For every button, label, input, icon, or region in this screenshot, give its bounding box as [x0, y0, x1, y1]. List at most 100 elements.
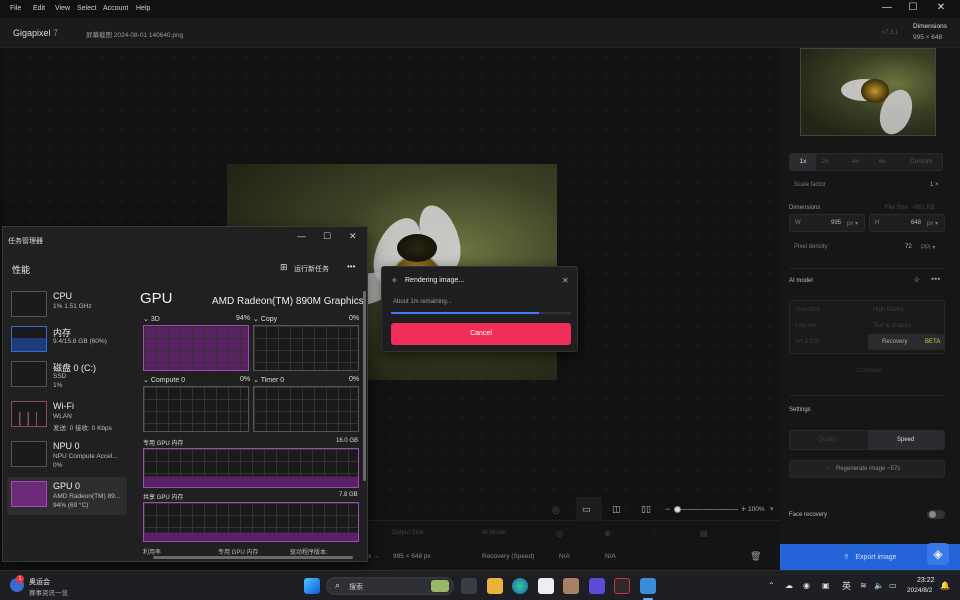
news-title[interactable]: 奥运会 [29, 577, 50, 587]
more-icon[interactable]: ••• [931, 274, 940, 284]
news-subtitle[interactable]: 赛事资讯一览 [29, 587, 68, 597]
thumbnail-image[interactable] [800, 48, 936, 136]
menu-account[interactable]: Account [103, 5, 128, 12]
clock-time[interactable]: 23:22 [917, 577, 935, 584]
menu-bar: File Edit View Select Account Help — ☐ ✕ [0, 0, 960, 18]
scale-1x-button[interactable]: 1x [790, 154, 816, 170]
zoom-dropdown-icon[interactable]: ▾ [770, 505, 774, 513]
file-explorer-icon[interactable] [487, 578, 503, 594]
quality-option[interactable]: Quality [818, 437, 837, 443]
perf-item-gpu[interactable]: GPU 0 AMD Radeon(TM) 89... 94% (69 °C) [7, 477, 127, 515]
sparkle-icon[interactable]: ✧ [913, 275, 921, 286]
cancel-button[interactable]: Cancel [391, 323, 571, 345]
trash-icon[interactable]: 🗑 [750, 551, 761, 562]
maximize-icon[interactable]: ☐ [906, 2, 920, 13]
face-recovery-toggle[interactable] [927, 510, 945, 519]
taskmgr-scrollbar[interactable] [363, 291, 366, 481]
tray-chevron-icon[interactable]: ⌃ [768, 581, 775, 590]
run-task-icon[interactable]: ⊞ [280, 262, 288, 273]
clock-date[interactable]: 2024/8/2 [907, 587, 932, 594]
minimize-icon[interactable]: — [880, 2, 894, 13]
tray-steam-icon[interactable]: ◉ [803, 581, 810, 590]
engine-copy-pct: 0% [349, 315, 360, 322]
perf-item-wifi[interactable]: Wi-Fi WLAN 发送: 0 接收: 0 Kbps [7, 397, 127, 432]
ai-model-value: Recovery (Speed) [482, 553, 535, 560]
zoom-in-icon[interactable]: + [741, 504, 746, 514]
close-icon[interactable]: ✕ [934, 2, 948, 13]
zoom-slider[interactable] [676, 509, 738, 510]
perf-item-npu[interactable]: NPU 0 NPU Compute Accel... 0% [7, 437, 127, 471]
taskmgr-more-icon[interactable]: ••• [347, 262, 355, 271]
perf-item-disk[interactable]: 磁盘 0 (C:) SSD 1% [7, 357, 127, 391]
battery-icon[interactable]: ▭ [889, 581, 897, 590]
app-red-icon[interactable] [614, 578, 630, 594]
menu-select[interactable]: Select [77, 5, 96, 12]
file-size-label: File Size: ~991 KB [885, 205, 935, 211]
menu-help[interactable]: Help [136, 5, 150, 12]
scale-factor-value[interactable]: 1 × [930, 182, 939, 188]
menu-edit[interactable]: Edit [33, 5, 45, 12]
zoom-value[interactable]: 100% [748, 506, 765, 513]
model-art-cg[interactable]: Art & CG [795, 339, 819, 345]
npu-sub1: NPU Compute Accel... [53, 453, 118, 460]
taskmgr-title: 任务管理器 [8, 238, 43, 245]
wifi-sub1: WLAN [53, 413, 72, 420]
engine-3d-pct: 94% [236, 315, 251, 322]
view-split-icon[interactable]: ◫ [612, 504, 621, 515]
scale-6x-button[interactable]: 6x [879, 158, 886, 165]
perf-item-cpu[interactable]: CPU 1% 1.51 GHz [7, 287, 127, 321]
view-full-icon: ▭ [582, 504, 591, 514]
view-single-icon[interactable]: ◎ [552, 505, 560, 516]
height-value[interactable]: 648 [911, 220, 921, 226]
engine-timer-pct: 0% [349, 376, 360, 383]
engine-compute-label: ⌄ Compute 0 [143, 377, 186, 384]
app-badge-icon[interactable]: ◈ [927, 543, 949, 565]
notification-bell-icon[interactable]: 🔔 [940, 581, 950, 590]
edge-icon[interactable] [512, 578, 528, 594]
model-text-shapes[interactable]: Text & shapes [873, 323, 911, 329]
view-side-icon[interactable]: ▯▯ [641, 504, 651, 515]
height-label: H [875, 220, 880, 226]
zoom-slider-handle[interactable] [674, 506, 681, 513]
model-low-res[interactable]: Low res [795, 323, 816, 329]
app-editor-icon[interactable] [589, 578, 605, 594]
tray-cloud-icon[interactable]: ☁ [785, 581, 793, 590]
speed-option[interactable]: Speed [897, 437, 914, 443]
store-icon[interactable] [538, 578, 554, 594]
taskmgr-minimize-icon[interactable]: — [297, 231, 306, 241]
width-unit[interactable]: px ▾ [847, 220, 858, 227]
taskmgr-hscrollbar[interactable] [153, 556, 353, 559]
export-label: Export image [855, 553, 897, 561]
perf-item-memory[interactable]: 内存 9.4/15.6 GB (60%) [7, 322, 127, 356]
width-value[interactable]: 995 [831, 220, 841, 226]
scale-custom-button[interactable]: Custom [910, 158, 932, 165]
pixel-density-value[interactable]: 72 [905, 244, 912, 250]
engine-compute-pct: 0% [240, 376, 251, 383]
wifi-icon[interactable]: ≋ [860, 581, 867, 590]
compare-button[interactable]: Compare [857, 368, 882, 374]
pixel-density-unit[interactable]: PPI ▾ [921, 244, 935, 251]
menu-file[interactable]: File [10, 5, 21, 12]
gigapixel-taskbar-icon[interactable] [640, 578, 656, 594]
ai-model-label: AI model [789, 278, 813, 284]
run-new-task-button[interactable]: 运行新任务 [294, 264, 329, 274]
taskmgr-close-icon[interactable]: ✕ [349, 231, 357, 242]
model-standard[interactable]: Standard [795, 307, 819, 313]
task-view-icon[interactable] [461, 578, 477, 594]
menu-view[interactable]: View [55, 5, 70, 12]
scale-2x-button[interactable]: 2x [822, 158, 829, 165]
ime-indicator[interactable]: 英 [842, 579, 851, 592]
search-box[interactable]: ⌕ 搜索 [326, 577, 454, 595]
tray-app-icon[interactable]: ▣ [822, 581, 830, 590]
start-icon[interactable] [304, 578, 320, 594]
scale-4x-button[interactable]: 4x [852, 158, 859, 165]
volume-icon[interactable]: 🔈 [874, 581, 884, 590]
dialog-close-icon[interactable]: ✕ [562, 276, 569, 285]
taskmgr-maximize-icon[interactable]: ☐ [323, 231, 331, 242]
col-icon-4: ▤ [700, 529, 708, 538]
task-manager-window: 任务管理器 — ☐ ✕ 性能 ⊞ 运行新任务 ••• CPU 1% 1.51 G… [2, 226, 368, 562]
height-unit[interactable]: px ▾ [927, 220, 938, 227]
app-cube-icon[interactable] [563, 578, 579, 594]
zoom-out-icon[interactable]: − [665, 504, 670, 514]
model-high-fidelity[interactable]: High fidelity [873, 307, 904, 313]
